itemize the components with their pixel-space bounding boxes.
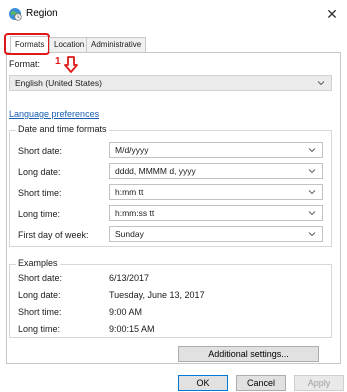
tab-administrative[interactable]: Administrative	[86, 37, 147, 52]
format-select[interactable]: English (United States)	[9, 75, 332, 91]
first-day-of-week-label: First day of week:	[18, 230, 89, 240]
example-short-date-label: Short date:	[18, 273, 63, 283]
language-preferences-link[interactable]: Language preferences	[9, 109, 99, 119]
additional-settings-button[interactable]: Additional settings...	[178, 346, 319, 362]
close-button[interactable]: ✕	[317, 0, 347, 28]
title-bar: Region ✕	[0, 0, 347, 28]
example-short-time-label: Short time:	[18, 307, 62, 317]
format-select-value: English (United States)	[15, 78, 102, 88]
example-short-time-value: 9:00 AM	[109, 307, 143, 317]
short-time-value: h:mm tt	[115, 187, 144, 197]
first-day-of-week-select[interactable]: Sunday	[109, 226, 323, 242]
globe-clock-icon	[9, 8, 22, 21]
date-time-formats-title: Date and time formats	[16, 124, 109, 134]
long-date-value: dddd, MMMM d, yyyy	[115, 166, 196, 176]
tab-location[interactable]: Location	[49, 37, 90, 52]
long-date-select[interactable]: dddd, MMMM d, yyyy	[109, 163, 323, 179]
examples-title: Examples	[16, 258, 60, 268]
chevron-down-icon	[308, 169, 316, 174]
example-long-time-value: 9:00:15 AM	[109, 324, 155, 334]
ok-button[interactable]: OK	[178, 375, 228, 391]
short-date-label: Short date:	[18, 146, 63, 156]
chevron-down-icon	[308, 232, 316, 237]
down-arrow-icon	[64, 56, 78, 73]
long-time-label: Long time:	[18, 209, 61, 219]
tab-highlight-annotation	[4, 33, 50, 55]
tab-strip: Formats Location Administrative	[4, 33, 341, 55]
close-icon: ✕	[326, 6, 338, 22]
window-title: Region	[26, 8, 58, 19]
chevron-down-icon	[308, 211, 316, 216]
example-short-date-value: 6/13/2017	[109, 273, 150, 283]
apply-button[interactable]: Apply	[294, 375, 344, 391]
format-label: Format:	[9, 59, 41, 69]
chevron-down-icon	[308, 148, 316, 153]
tab-location-label: Location	[54, 40, 85, 49]
example-long-date-value: Tuesday, June 13, 2017	[109, 290, 205, 300]
short-time-select[interactable]: h:mm tt	[109, 184, 323, 200]
long-date-label: Long date:	[18, 167, 61, 177]
long-time-select[interactable]: h:mm:ss tt	[109, 205, 323, 221]
short-time-label: Short time:	[18, 188, 62, 198]
first-day-of-week-value: Sunday	[115, 229, 144, 239]
long-time-value: h:mm:ss tt	[115, 208, 155, 218]
chevron-down-icon	[308, 190, 316, 195]
tab-administrative-label: Administrative	[91, 40, 142, 49]
annotation-number: 1	[55, 56, 61, 67]
example-long-date-label: Long date:	[18, 290, 61, 300]
short-date-select[interactable]: M/d/yyyy	[109, 142, 323, 158]
example-long-time-label: Long time:	[18, 324, 61, 334]
cancel-button[interactable]: Cancel	[236, 375, 286, 391]
chevron-down-icon	[317, 81, 325, 86]
short-date-value: M/d/yyyy	[115, 145, 149, 155]
